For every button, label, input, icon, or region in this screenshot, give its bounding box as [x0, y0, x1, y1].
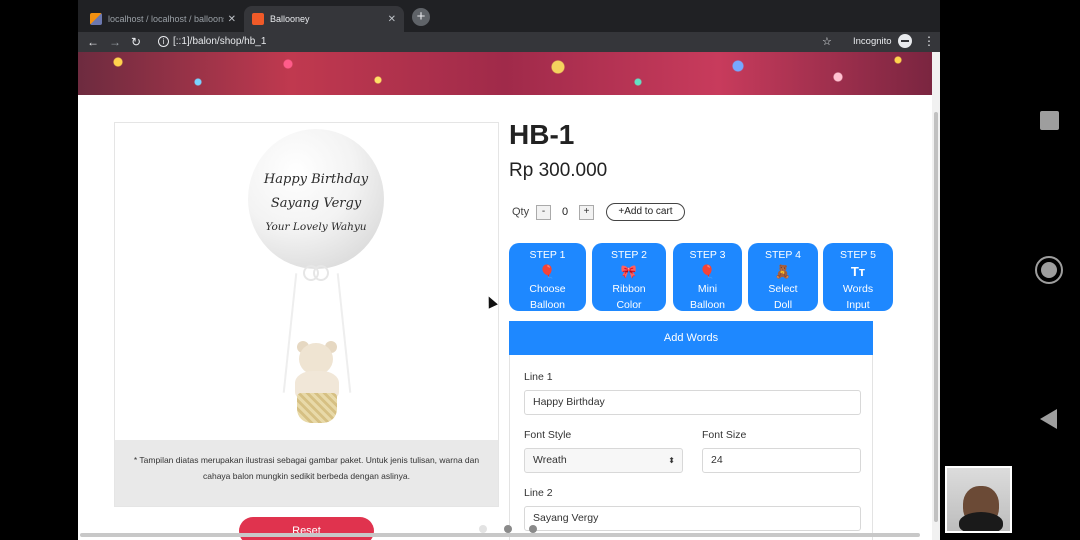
step-label: Doll [773, 299, 793, 311]
browser-window: localhost / localhost / balloons ✕ Ballo… [78, 0, 940, 540]
step-number: STEP 4 [765, 249, 801, 261]
step-label: Input [846, 299, 870, 311]
step-number: STEP 1 [529, 249, 566, 261]
step-label: Select [768, 283, 798, 295]
step-label: Words [842, 283, 874, 295]
step-label: Mini [697, 283, 718, 295]
tab-phpmyadmin[interactable]: localhost / localhost / balloons ✕ [82, 6, 244, 32]
qty-decrease-button[interactable]: - [536, 205, 551, 220]
browser-menu-icon[interactable]: ⋮ [923, 34, 935, 48]
doll-icon: 🧸 [774, 264, 792, 279]
carousel-dot[interactable] [504, 525, 512, 533]
line-1-input[interactable]: Happy Birthday [524, 390, 861, 415]
step-3-mini-balloon[interactable]: STEP 3 🎈 Mini Balloon [673, 243, 742, 311]
qty-label: Qty [512, 206, 530, 218]
browser-toolbar: ← → ↻ i [::1]/balon/shop/hb_1 ☆ Incognit… [78, 32, 940, 52]
phone-screen: localhost / localhost / balloons ✕ Ballo… [0, 0, 1080, 540]
balloon-icon: 🎈 [539, 264, 556, 279]
carousel-dot[interactable] [479, 525, 487, 533]
product-title: HB-1 [509, 119, 575, 150]
font-style-label: Font Style [524, 429, 572, 441]
reload-icon[interactable]: ↻ [131, 35, 141, 49]
step-label: Ribbon [612, 283, 646, 295]
font-style-select[interactable]: Wreath ⬍ [524, 448, 683, 473]
tab-title: Ballooney [270, 14, 310, 24]
ballooney-favicon-icon [252, 13, 264, 25]
step-number: STEP 2 [611, 249, 647, 261]
step-1-choose-balloon[interactable]: STEP 1 🎈 Choose Balloon [509, 243, 586, 311]
balloon-illustration: Happy Birthday Sayang Vergy Your Lovely … [248, 129, 384, 269]
disclaimer-text: * Tampilan diatas merupakan ilustrasi se… [115, 440, 498, 506]
add-to-cart-button[interactable]: +Add to cart [606, 203, 685, 221]
font-size-label: Font Size [702, 429, 747, 441]
text-size-icon: Tт [850, 264, 866, 279]
product-page: Happy Birthday Sayang Vergy Your Lovely … [78, 95, 932, 540]
step-5-words-input[interactable]: STEP 5 Tт Words Input [823, 243, 893, 311]
line-2-input[interactable]: Sayang Vergy [524, 506, 861, 531]
bookmark-star-icon[interactable]: ☆ [822, 35, 832, 48]
confetti-banner [78, 52, 932, 95]
vertical-scrollbar[interactable] [932, 52, 940, 540]
camera-preview-thumbnail[interactable] [945, 466, 1012, 533]
ribbon-bow [303, 265, 329, 281]
product-preview: Happy Birthday Sayang Vergy Your Lovely … [114, 122, 499, 507]
balloon-line-3: Your Lovely Wahyu [265, 221, 367, 233]
step-number: STEP 5 [840, 249, 876, 261]
incognito-label: Incognito [853, 36, 892, 47]
font-size-input[interactable]: 24 [702, 448, 861, 473]
new-tab-button[interactable]: + [412, 8, 430, 26]
incognito-icon [898, 34, 912, 48]
horizontal-scrollbar[interactable] [80, 533, 920, 537]
qty-input[interactable]: 0 [554, 206, 576, 218]
close-tab-icon[interactable]: ✕ [388, 14, 396, 25]
product-price: Rp 300.000 [509, 160, 608, 181]
add-words-form: Line 1 Happy Birthday Font Style Wreath … [509, 355, 873, 540]
step-label: Color [616, 299, 642, 311]
phpmyadmin-favicon-icon [90, 13, 102, 25]
home-icon[interactable] [1035, 256, 1063, 284]
tab-bar: localhost / localhost / balloons ✕ Ballo… [78, 0, 940, 32]
forward-icon[interactable]: → [109, 35, 121, 49]
site-info-icon[interactable]: i [158, 36, 169, 47]
tab-title: localhost / localhost / balloons [108, 14, 224, 24]
back-icon[interactable]: ← [87, 35, 99, 49]
step-label: Balloon [689, 299, 726, 311]
balloon-line-2: Sayang Vergy [270, 196, 362, 211]
qty-increase-button[interactable]: + [579, 205, 594, 220]
step-label: Balloon [529, 299, 566, 311]
scrollbar-thumb[interactable] [934, 112, 938, 522]
step-4-select-doll[interactable]: STEP 4 🧸 Select Doll [748, 243, 818, 311]
address-bar[interactable]: [::1]/balon/shop/hb_1 [173, 36, 266, 47]
carousel-dot[interactable] [529, 525, 537, 533]
step-label: Choose [529, 283, 566, 295]
mini-balloons-icon: 🎈 [699, 264, 716, 279]
tab-ballooney[interactable]: Ballooney ✕ [244, 6, 404, 32]
back-triangle-icon[interactable] [1040, 409, 1057, 429]
step-2-ribbon-color[interactable]: STEP 2 🎀 Ribbon Color [592, 243, 666, 311]
close-tab-icon[interactable]: ✕ [228, 14, 236, 25]
basket [297, 393, 337, 423]
add-words-header: Add Words [509, 321, 873, 355]
balloon-line-1: Happy Birthday [263, 172, 369, 187]
recent-apps-icon[interactable] [1040, 111, 1059, 130]
ribbon-icon: 🎀 [620, 264, 638, 279]
line-2-label: Line 2 [524, 487, 553, 499]
select-arrows-icon: ⬍ [668, 456, 675, 465]
step-number: STEP 3 [689, 249, 726, 261]
font-style-value: Wreath [533, 454, 567, 466]
line-1-label: Line 1 [524, 371, 553, 383]
